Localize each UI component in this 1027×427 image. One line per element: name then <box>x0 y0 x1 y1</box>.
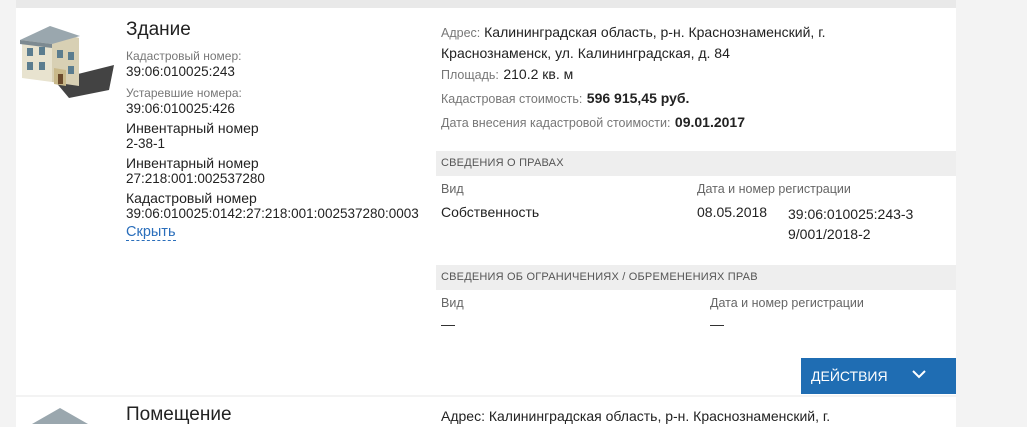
address: Адрес: Калининградская область, р-н. Кра… <box>441 22 871 63</box>
rights-reg-number: 39:06:010025:243-39/001/2018-2 <box>788 206 914 242</box>
cost-row: Кадастровая стоимость: 596 915,45 руб. <box>441 90 689 108</box>
next-object-title: Помещение <box>126 404 232 425</box>
building-icon <box>32 408 88 424</box>
actions-label: ДЕЙСТВИЯ <box>811 368 888 384</box>
address-value: Калининградская область, р-н. Краснознам… <box>441 24 826 61</box>
chevron-down-icon <box>912 370 926 379</box>
rights-reg-date: 08.05.2018 <box>697 204 768 220</box>
restrictions-section-header: СВЕДЕНИЯ ОБ ОГРАНИЧЕНИЯХ / ОБРЕМЕНЕНИЯХ … <box>436 265 956 290</box>
area-label: Площадь: <box>441 68 499 82</box>
cost-date-value: 09.01.2017 <box>674 114 745 130</box>
building-icon <box>20 26 114 98</box>
area-row: Площадь: 210.2 кв. м <box>441 66 573 84</box>
inventory-value-2: 27:218:001:002537280 <box>126 171 265 186</box>
restrictions-reg-value: — <box>710 316 724 332</box>
old-numbers-label: Устаревшие номера: <box>126 86 242 100</box>
object-title: Здание <box>126 19 191 40</box>
cost-date-row: Дата внесения кадастровой стоимости: 09.… <box>441 114 745 132</box>
inventory-value-1: 2-38-1 <box>126 136 166 151</box>
cadastral-label: Кадастровый номер: <box>126 49 242 63</box>
next-object-address: Адрес: Калининградская область, р-н. Кра… <box>441 408 831 424</box>
rights-kind-value: Собственность <box>441 204 540 220</box>
area-value: 210.2 кв. м <box>503 66 574 82</box>
inventory-label-2: Инвентарный номер <box>126 155 259 171</box>
cadastral-value: 39:06:010025:243 <box>126 64 235 79</box>
rights-section-header: СВЕДЕНИЯ О ПРАВАХ <box>436 151 956 176</box>
address-label: Адрес: <box>441 26 481 40</box>
cadastral-value-2: 39:06:010025:0142:27:218:001:002537280:0… <box>126 206 419 221</box>
old-numbers-value: 39:06:010025:426 <box>126 101 235 116</box>
restrictions-col-kind: Вид <box>441 296 464 310</box>
inventory-label-1: Инвентарный номер <box>126 120 259 136</box>
cost-date-label: Дата внесения кадастровой стоимости: <box>441 116 671 130</box>
cost-label: Кадастровая стоимость: <box>441 92 583 106</box>
cost-value: 596 915,45 руб. <box>586 90 690 106</box>
rights-col-kind: Вид <box>441 182 464 196</box>
cadastral-label-2: Кадастровый номер <box>126 190 257 206</box>
actions-button[interactable]: ДЕЙСТВИЯ <box>801 358 956 394</box>
rights-col-reg: Дата и номер регистрации <box>697 182 851 196</box>
hide-link[interactable]: Скрыть <box>126 224 176 241</box>
restrictions-col-reg: Дата и номер регистрации <box>710 296 864 310</box>
restrictions-kind-value: — <box>441 316 455 332</box>
